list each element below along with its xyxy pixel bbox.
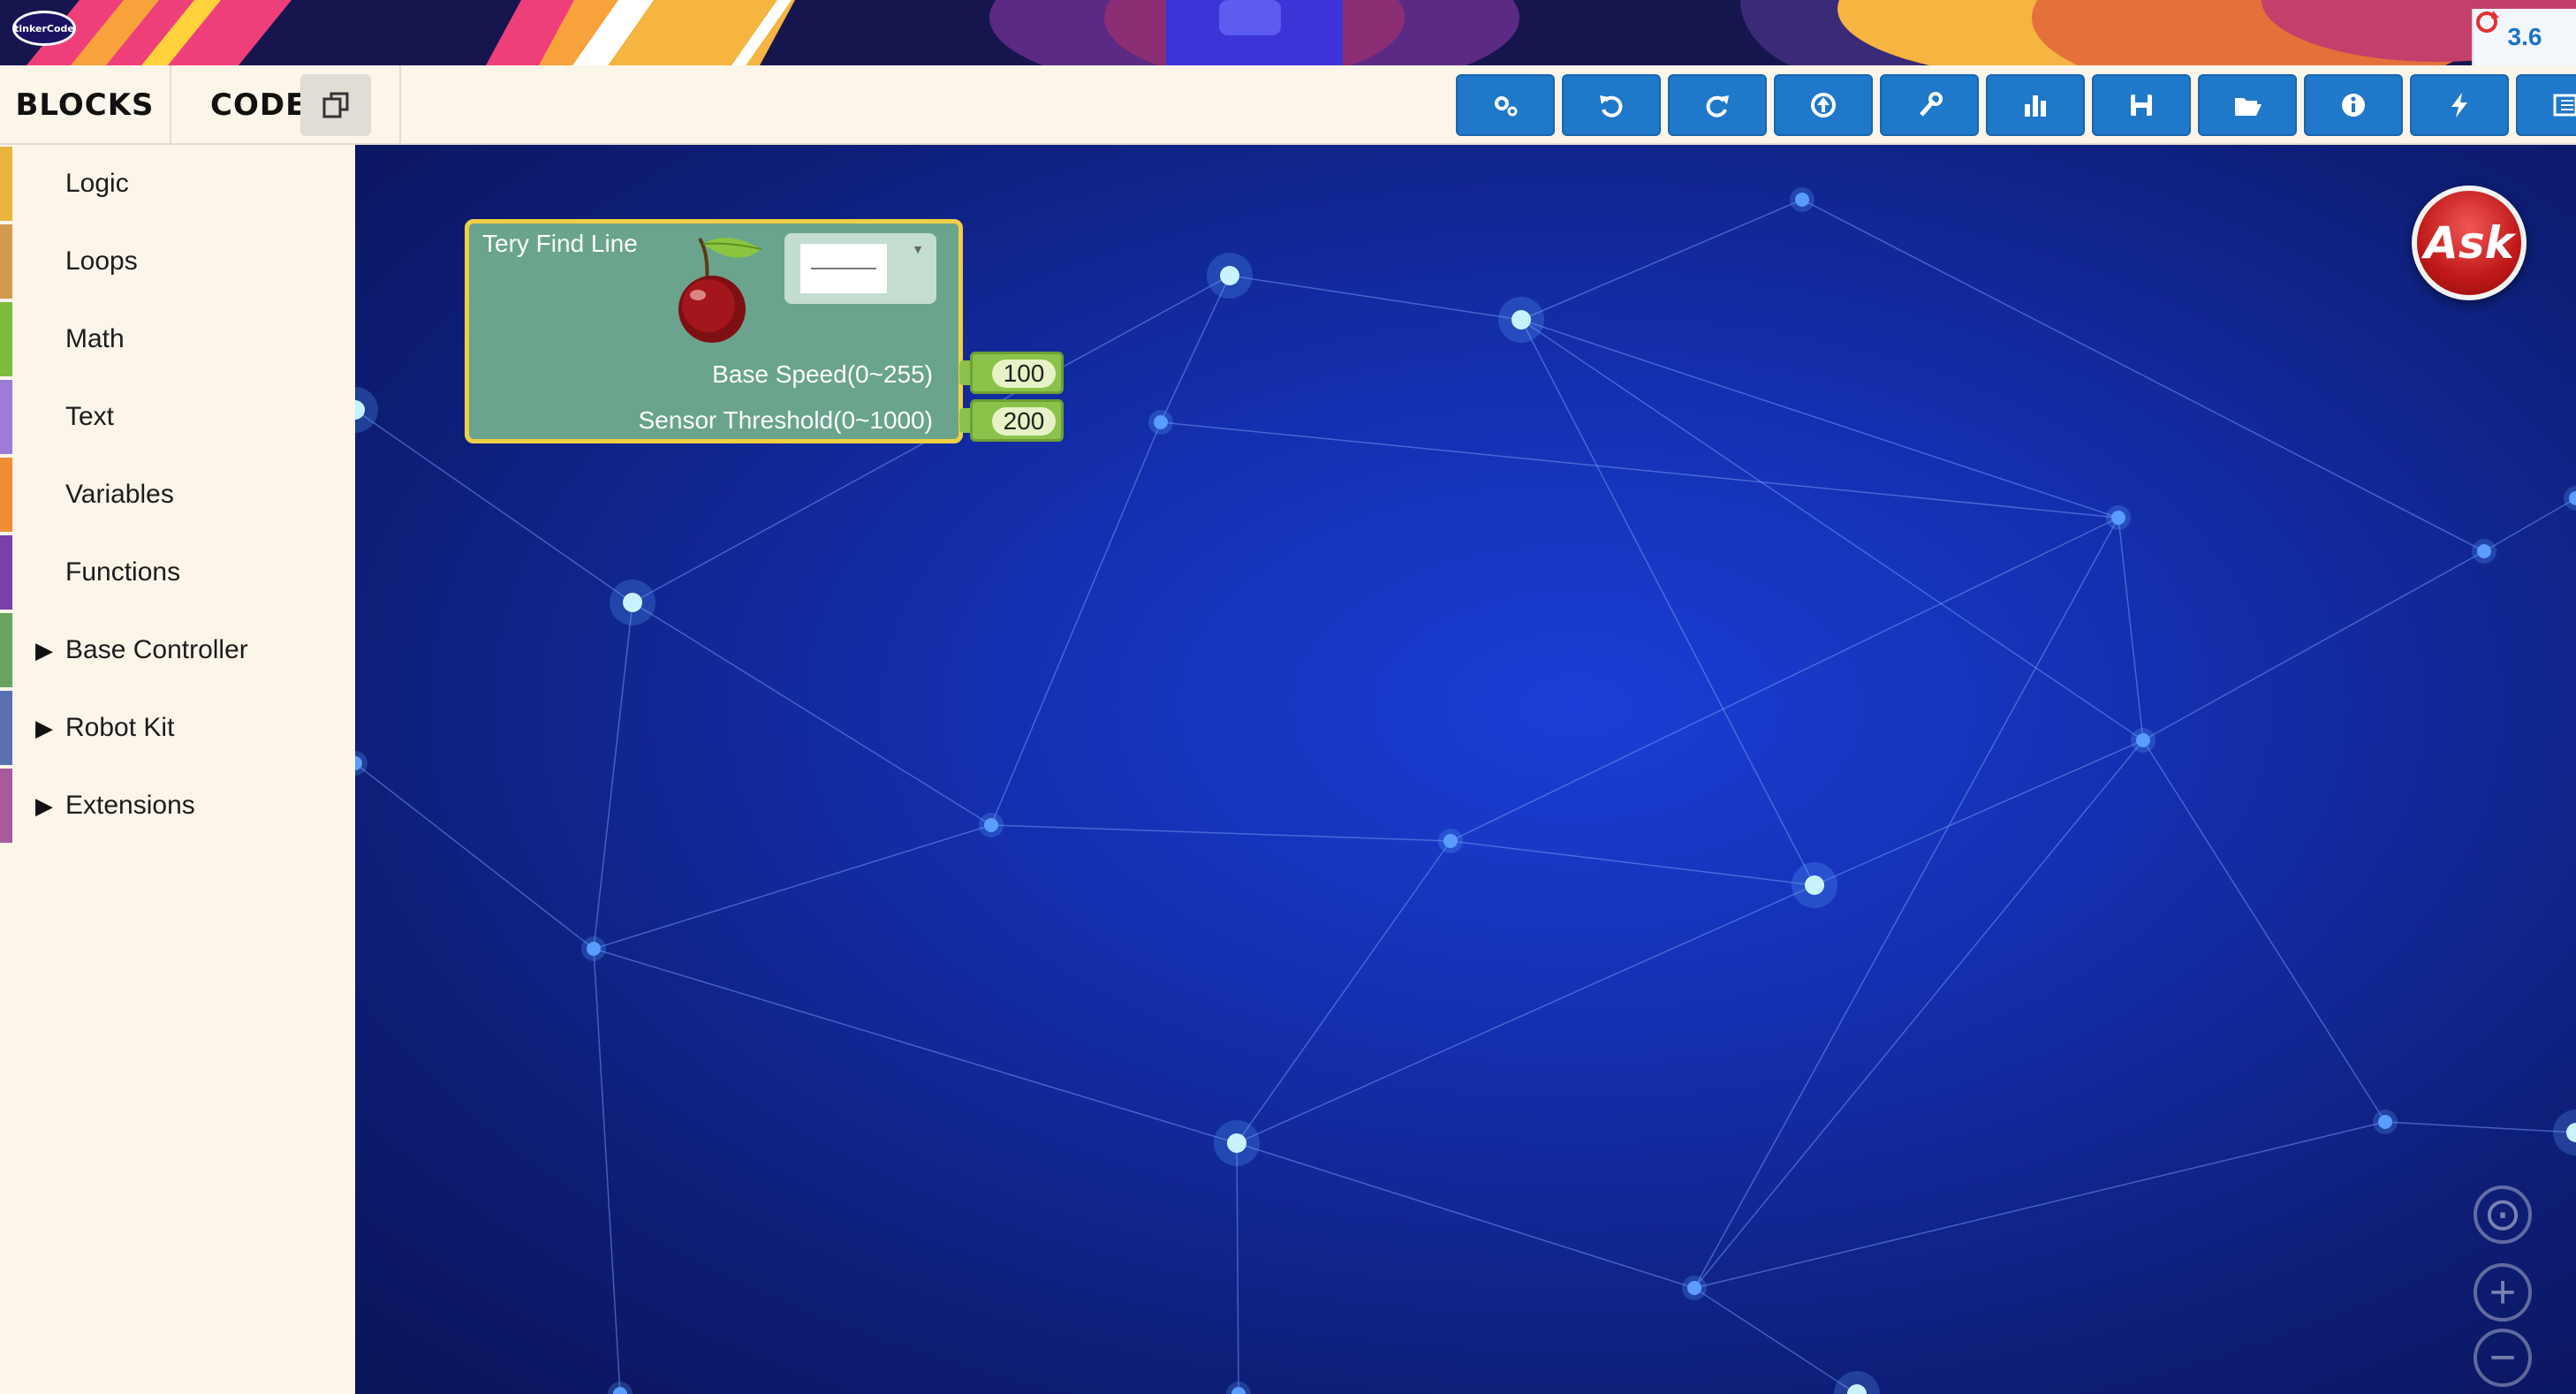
save-button[interactable] <box>2092 74 2191 136</box>
category-color-bar <box>0 147 12 221</box>
chevron-down-icon: ▼ <box>912 242 924 256</box>
zoom-reset-button[interactable]: ⊙ <box>2474 1186 2532 1244</box>
base-speed-input[interactable]: 100 <box>992 360 1056 388</box>
chart-icon <box>2025 95 2046 117</box>
logo-text: tinkerCode <box>14 22 74 34</box>
category-label: Base Controller <box>65 635 248 664</box>
banner-artwork <box>27 0 2576 65</box>
category-loops[interactable]: Loops <box>0 224 355 299</box>
plus-icon: + <box>2489 1267 2517 1318</box>
serial-plot-button[interactable] <box>1986 74 2085 136</box>
sensor-threshold-number-block[interactable]: 200 <box>970 399 1064 442</box>
tools-button[interactable] <box>1880 74 1979 136</box>
category-extensions[interactable]: ▶ Extensions <box>0 769 355 843</box>
ask-button-label: Ask <box>2424 217 2514 269</box>
tinkercode-logo: tinkerCode <box>12 11 76 46</box>
tab-blocks[interactable]: BLOCKS <box>0 65 171 145</box>
undo-button[interactable] <box>1562 74 1661 136</box>
info-button[interactable] <box>2304 74 2403 136</box>
category-base-controller[interactable]: ▶ Base Controller <box>0 613 355 687</box>
category-label: Variables <box>65 480 174 509</box>
category-logic[interactable]: Logic <box>0 147 355 221</box>
target-icon: ⊙ <box>2483 1189 2522 1240</box>
category-label: Logic <box>65 169 129 198</box>
category-functions[interactable]: Functions <box>0 535 355 610</box>
version-number: 3.6 <box>2507 23 2542 50</box>
zoom-in-button[interactable]: + <box>2474 1263 2532 1322</box>
category-color-bar <box>0 380 12 454</box>
tab-blocks-label: BLOCKS <box>15 87 155 123</box>
category-label: Extensions <box>65 791 195 820</box>
code-window-button[interactable] <box>300 74 371 136</box>
expand-arrow-icon[interactable]: ▶ <box>35 637 53 664</box>
category-color-bar <box>0 613 12 687</box>
popout-icon <box>322 92 349 118</box>
category-robot-kit[interactable]: ▶ Robot Kit <box>0 691 355 765</box>
line-indicator <box>811 268 876 269</box>
settings-button[interactable] <box>1456 74 1555 136</box>
open-button[interactable] <box>2198 74 2297 136</box>
category-label: Functions <box>65 557 181 587</box>
category-label: Loops <box>65 246 138 276</box>
category-label: Math <box>65 324 125 353</box>
base-speed-number-block[interactable]: 100 <box>970 352 1064 394</box>
category-label: Robot Kit <box>65 713 175 742</box>
category-palette: Logic Loops Math Text Variables Functions ▶ Bas… <box>0 145 355 1394</box>
info-icon <box>2342 94 2365 117</box>
category-color-bar <box>0 769 12 843</box>
category-text[interactable]: Text <box>0 380 355 454</box>
save-icon <box>2131 95 2152 116</box>
base-speed-label: Base Speed(0~255) <box>712 360 933 388</box>
expand-arrow-icon[interactable]: ▶ <box>35 715 53 742</box>
list-icon <box>2553 94 2576 117</box>
sensor-threshold-label: Sensor Threshold(0~1000) <box>638 406 933 434</box>
category-color-bar <box>0 224 12 299</box>
top-banner: tinkerCode 3.6 <box>0 0 2576 65</box>
sync-icon <box>2476 11 2499 33</box>
folder-open-icon <box>2235 98 2262 116</box>
category-color-bar <box>0 535 12 610</box>
expand-arrow-icon[interactable]: ▶ <box>35 792 53 820</box>
blocks-workspace[interactable]: Tery Find Line ▼ Base Speed(0~255) Senso… <box>355 145 2576 1394</box>
line-type-dropdown[interactable]: ▼ <box>784 233 936 304</box>
block-title: Tery Find Line <box>482 230 638 257</box>
zoom-out-button[interactable]: − <box>2474 1329 2532 1387</box>
minus-icon: − <box>2489 1332 2517 1383</box>
version-indicator[interactable]: 3.6 <box>2472 9 2576 65</box>
category-variables[interactable]: Variables <box>0 458 355 532</box>
flash-icon <box>2451 93 2467 117</box>
tab-code-label: CODE <box>210 87 307 123</box>
undo-icon <box>1600 95 1623 117</box>
upload-button[interactable] <box>1774 74 1873 136</box>
redo-button[interactable] <box>1668 74 1767 136</box>
wrench-icon <box>1920 92 1943 117</box>
category-color-bar <box>0 691 12 765</box>
redo-icon <box>1706 95 1729 117</box>
category-color-bar <box>0 458 12 532</box>
tery-find-line-block[interactable]: Tery Find Line ▼ Base Speed(0~255) Senso… <box>465 219 1064 443</box>
category-label: Text <box>65 402 115 431</box>
upload-icon <box>1811 93 1836 117</box>
toolbar <box>1456 74 2576 136</box>
dropdown-value <box>800 244 887 293</box>
sensor-threshold-input[interactable]: 200 <box>992 407 1056 436</box>
gears-icon <box>1495 96 1518 117</box>
category-color-bar <box>0 302 12 376</box>
list-button[interactable] <box>2516 74 2576 136</box>
flash-button[interactable] <box>2410 74 2509 136</box>
category-math[interactable]: Math <box>0 302 355 376</box>
ask-button[interactable]: Ask <box>2412 186 2527 300</box>
cherry-icon <box>678 237 762 343</box>
